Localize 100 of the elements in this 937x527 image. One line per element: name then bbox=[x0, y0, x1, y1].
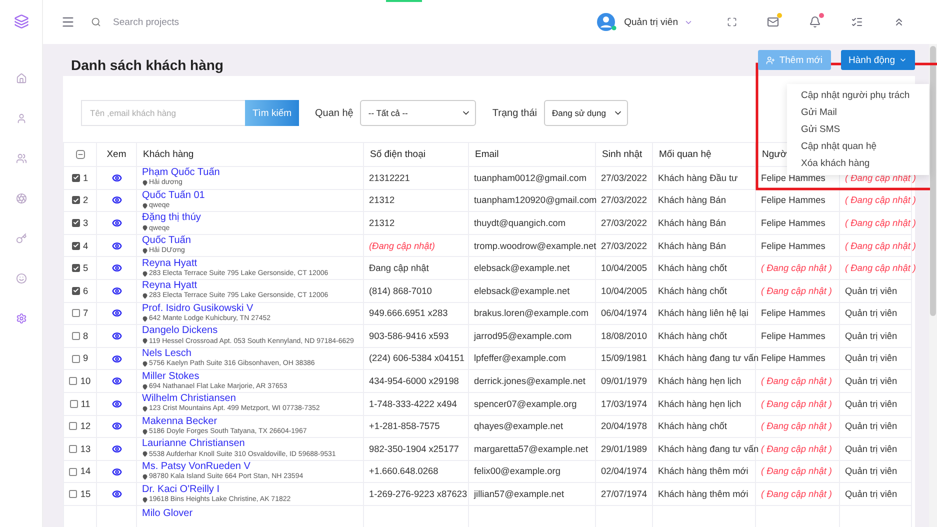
row-number: 4 bbox=[82, 240, 88, 251]
customer-name-link[interactable]: Prof. Isidro Gusikowski V bbox=[142, 302, 254, 314]
customer-name-link[interactable]: Laurianne Christiansen bbox=[142, 438, 245, 450]
birthday-cell: 27/07/1974 bbox=[601, 489, 647, 500]
menu-item[interactable]: Gửi SMS bbox=[787, 121, 929, 138]
email-cell: qhayes@example.net bbox=[474, 421, 564, 432]
list-icon[interactable] bbox=[851, 16, 863, 28]
bell-icon[interactable] bbox=[809, 16, 821, 28]
menu-item[interactable]: Xóa khách hàng bbox=[787, 155, 929, 172]
view-icon[interactable] bbox=[112, 172, 122, 183]
select-all-checkbox[interactable] bbox=[76, 150, 84, 159]
row-checkbox[interactable] bbox=[69, 444, 78, 453]
view-icon[interactable] bbox=[112, 330, 122, 341]
scrollbar[interactable] bbox=[929, 44, 937, 527]
row-checkbox[interactable] bbox=[72, 309, 80, 318]
customer-name-link[interactable]: Quốc Tuấn 01 bbox=[142, 190, 205, 201]
view-icon[interactable] bbox=[112, 444, 122, 454]
row-checkbox[interactable] bbox=[70, 400, 78, 408]
customer-name-link[interactable]: Ms. Patsy VonRueden V bbox=[142, 460, 250, 472]
customer-name-link[interactable]: Makenna Becker bbox=[142, 416, 218, 427]
phone-cell: 982-350-1904 x25177 bbox=[369, 444, 459, 454]
customer-name-link[interactable]: Reyna Hyatt bbox=[142, 258, 198, 269]
view-icon[interactable] bbox=[112, 354, 122, 364]
relation-cell: Khách hàng chốt bbox=[658, 286, 727, 296]
customer-name-link[interactable]: Dangelo Dickens bbox=[142, 325, 218, 336]
view-icon[interactable] bbox=[112, 421, 122, 432]
row-number: 8 bbox=[82, 330, 88, 341]
creator-cell: ( Đang cập nhật ) bbox=[845, 195, 916, 206]
row-number: 6 bbox=[82, 286, 88, 296]
email-cell: tuanpham0012@gmail.com bbox=[474, 172, 586, 183]
view-icon[interactable] bbox=[112, 195, 122, 206]
column-header: Mối quan hệ bbox=[659, 149, 712, 160]
relation-select[interactable]: -- Tất cả -- bbox=[360, 100, 476, 126]
customer-name-link[interactable]: Wilhelm Christiansen bbox=[142, 393, 236, 404]
view-icon[interactable] bbox=[112, 218, 122, 228]
search-field[interactable]: Search projects bbox=[111, 16, 315, 28]
customer-search-field[interactable]: Tên ,email khách hàng bbox=[81, 100, 245, 126]
pin-icon bbox=[142, 225, 148, 232]
email-cell: derrick.jones@example.net bbox=[474, 376, 586, 386]
pin-icon bbox=[142, 451, 148, 458]
creator-cell: Quản trị viên bbox=[845, 330, 898, 341]
status-select[interactable]: Đang sử dụng bbox=[544, 100, 628, 126]
email-cell: elebsack@example.net bbox=[474, 286, 570, 296]
customer-name-link[interactable]: Nels Lesch bbox=[142, 348, 192, 359]
column-header: Khách hàng bbox=[143, 149, 194, 160]
column-header: Sinh nhật bbox=[602, 149, 642, 160]
row-checkbox[interactable] bbox=[72, 174, 80, 182]
row-checkbox[interactable] bbox=[72, 196, 80, 204]
collapse-icon[interactable] bbox=[893, 16, 905, 28]
row-number: 14 bbox=[80, 466, 91, 477]
phone-cell: +1-281-858-7575 bbox=[369, 421, 440, 432]
row-checkbox[interactable] bbox=[72, 286, 80, 295]
row-checkbox[interactable] bbox=[69, 468, 78, 476]
row-number: 3 bbox=[82, 218, 88, 228]
phone-cell: 21312 bbox=[369, 195, 395, 206]
menu-icon[interactable] bbox=[61, 15, 75, 29]
settings-icon bbox=[16, 312, 26, 324]
customer-name-link[interactable]: Miller Stokes bbox=[142, 370, 200, 382]
relation-cell: Khách hàng Bán bbox=[658, 240, 726, 251]
row-checkbox[interactable] bbox=[69, 422, 78, 430]
view-icon[interactable] bbox=[112, 466, 122, 477]
row-checkbox[interactable] bbox=[69, 490, 78, 498]
customer-name-link[interactable]: Reyna Hyatt bbox=[142, 280, 198, 292]
customer-name-link[interactable]: Phạm Quốc Tuấn bbox=[142, 167, 220, 178]
customer-name-link[interactable]: Dr. Kaci O'Reilly I bbox=[142, 484, 220, 495]
relation-cell: Khách hàng đang tư vấn bbox=[658, 353, 759, 364]
menu-item[interactable]: Cập nhật người phụ trách bbox=[787, 87, 929, 104]
view-icon[interactable] bbox=[112, 240, 122, 251]
customer-name-link[interactable]: Đặng thị thúy bbox=[142, 212, 201, 224]
user-menu[interactable]: Quản trị viên bbox=[596, 12, 693, 32]
row-checkbox[interactable] bbox=[72, 332, 80, 340]
relation-cell: Khách hàng hẹn lịch bbox=[658, 398, 742, 409]
email-cell: felix00@example.org bbox=[474, 466, 560, 476]
staff-cell: ( Đang cập nhật ) bbox=[761, 466, 832, 476]
fullscreen-icon[interactable] bbox=[727, 17, 737, 27]
customer-name-link[interactable]: Milo Glover bbox=[142, 508, 193, 519]
view-icon[interactable] bbox=[112, 398, 122, 409]
column-header: Email bbox=[475, 149, 499, 160]
row-checkbox[interactable] bbox=[69, 377, 78, 386]
view-icon[interactable] bbox=[112, 286, 122, 296]
birthday-cell: 15/09/1981 bbox=[601, 353, 647, 364]
row-checkbox[interactable] bbox=[72, 242, 80, 250]
email-cell: spencer07@example.org bbox=[474, 398, 577, 409]
customer-name-link[interactable]: Quốc Tuấn bbox=[142, 235, 191, 246]
row-checkbox[interactable] bbox=[72, 218, 80, 227]
phone-cell: 21312 bbox=[369, 218, 395, 228]
view-icon[interactable] bbox=[112, 263, 122, 274]
view-icon[interactable] bbox=[112, 376, 122, 386]
pin-icon bbox=[142, 428, 148, 435]
menu-item[interactable]: Gửi Mail bbox=[787, 104, 929, 121]
pin-icon bbox=[142, 180, 148, 186]
menu-item[interactable]: Cập nhật quan hệ bbox=[787, 138, 929, 155]
creator-cell: ( Đang cập nhật ) bbox=[845, 218, 916, 228]
row-checkbox[interactable] bbox=[72, 264, 80, 272]
mail-icon[interactable] bbox=[767, 16, 779, 28]
view-icon[interactable] bbox=[112, 489, 122, 500]
row-checkbox[interactable] bbox=[72, 354, 80, 363]
actions-button[interactable]: Hành động bbox=[840, 50, 915, 70]
staff-cell: Felipe Hammes bbox=[761, 172, 826, 183]
view-icon[interactable] bbox=[112, 308, 122, 318]
